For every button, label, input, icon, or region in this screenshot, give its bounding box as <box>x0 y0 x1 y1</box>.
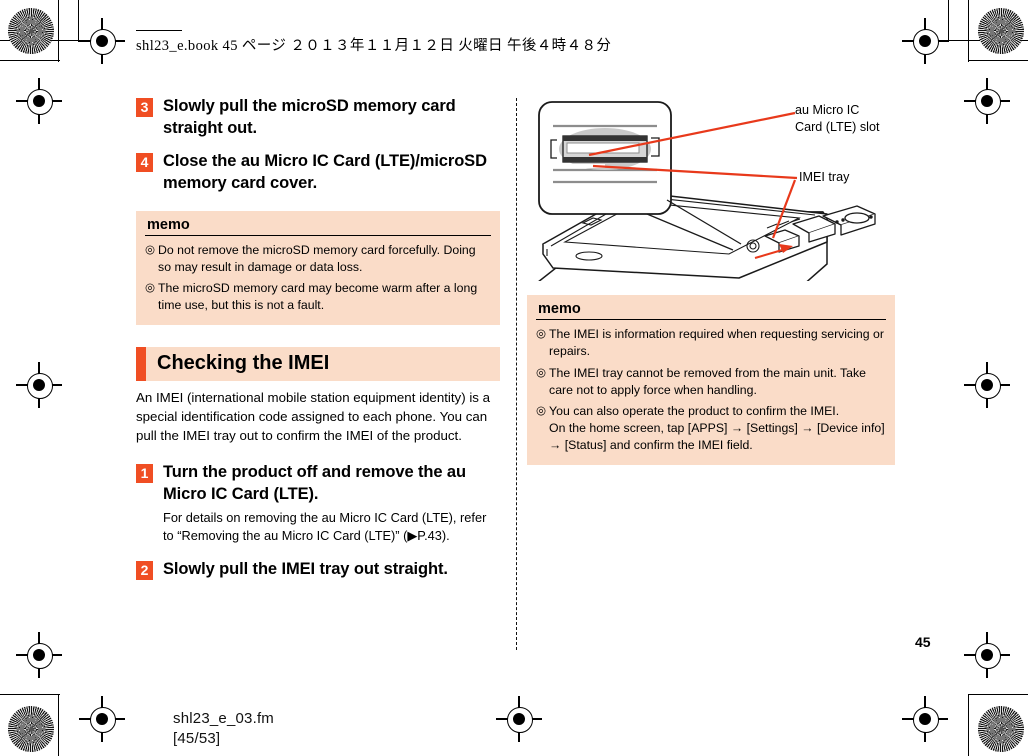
step-title: Close the au Micro IC Card (LTE)/microSD… <box>163 151 487 192</box>
memo-item-text: The microSD memory card may become warm … <box>158 281 478 313</box>
memo-box: memo ◎ Do not remove the microSD memory … <box>136 210 500 326</box>
right-column: au Micro IC Card (LTE) slot IMEI tray me… <box>527 96 895 465</box>
manual-page: shl23_e.book 45 ページ ２０１３年１１月１２日 火曜日 午後４時… <box>0 0 1028 756</box>
footer-pagination: [45/53] <box>173 730 221 748</box>
memo-heading: memo <box>145 216 491 236</box>
density-star-mark-top-right <box>978 8 1024 54</box>
crop-line-top-right-h <box>968 60 1028 62</box>
step-number-badge: 4 <box>136 152 153 172</box>
memo-list-item: ◎ The IMEI tray cannot be removed from t… <box>536 365 886 399</box>
registration-mark-top-left <box>79 18 125 64</box>
section-heading: Checking the IMEI <box>136 347 500 382</box>
section-title: Checking the IMEI <box>157 352 330 375</box>
density-star-mark-top-left <box>8 8 54 54</box>
step-item: 2 Slowly pull the IMEI tray out straight… <box>136 559 500 581</box>
memo-item-text: Do not remove the microSD memory card fo… <box>158 242 476 274</box>
callout-imei-tray: IMEI tray <box>799 170 850 184</box>
density-star-mark-bottom-left <box>8 706 54 752</box>
step-body: Close the au Micro IC Card (LTE)/microSD… <box>163 151 500 195</box>
memo-heading: memo <box>536 300 886 320</box>
section-accent-bar <box>136 347 146 382</box>
slug-underline <box>136 30 182 32</box>
column-divider <box>516 98 517 650</box>
crop-line-bottom-left-h <box>0 694 60 696</box>
crop-line-top-left-v2 <box>78 0 80 42</box>
left-column: 3 Slowly pull the microSD memory card st… <box>136 96 500 592</box>
callout-au-micro-ic-card-slot: au Micro IC Card (LTE) slot <box>795 103 880 134</box>
registration-mark-top-right <box>902 18 948 64</box>
memo-list-item: ◎ You can also operate the product to co… <box>536 403 886 454</box>
crop-line-bottom-right-h <box>968 694 1028 696</box>
crop-line-bottom-right-v <box>968 694 970 756</box>
crop-line-top-left-v <box>58 0 60 62</box>
step-item: 3 Slowly pull the microSD memory card st… <box>136 96 500 140</box>
step-title: Slowly pull the microSD memory card stra… <box>163 97 456 137</box>
step-title: Slowly pull the IMEI tray out straight. <box>163 559 448 578</box>
step-body: Slowly pull the microSD memory card stra… <box>163 96 500 140</box>
registration-mark-bottom-left <box>79 696 125 742</box>
registration-mark-bottom-right <box>902 696 948 742</box>
registration-mark-mid-right <box>964 362 1010 408</box>
step-note: For details on removing the au Micro IC … <box>163 509 487 544</box>
page-number: 45 <box>915 634 931 650</box>
registration-mark-lower-left <box>16 632 62 678</box>
section-body-text: An IMEI (international mobile station eq… <box>136 390 491 443</box>
crop-line-top-right-v2 <box>948 0 950 42</box>
phone-imei-tray-diagram: au Micro IC Card (LTE) slot IMEI tray <box>527 96 895 281</box>
footer-filename: shl23_e_03.fm <box>173 710 275 727</box>
registration-mark-lower-right <box>964 632 1010 678</box>
step-body: Turn the product off and remove the au M… <box>163 462 500 546</box>
double-circle-bullet-icon: ◎ <box>536 328 547 340</box>
crop-line-top-right-v <box>968 0 970 62</box>
step-item: 1 Turn the product off and remove the au… <box>136 462 500 546</box>
step-number-badge: 2 <box>136 560 153 580</box>
step-body: Slowly pull the IMEI tray out straight. <box>163 559 500 581</box>
memo-item-text: The IMEI is information required when re… <box>549 327 884 358</box>
memo-list-item: ◎ The IMEI is information required when … <box>536 326 886 360</box>
crop-line-bottom-left-v <box>58 694 60 756</box>
step-item: 4 Close the au Micro IC Card (LTE)/micro… <box>136 151 500 195</box>
registration-mark-mid-left <box>16 362 62 408</box>
step-number-badge: 1 <box>136 463 153 483</box>
double-circle-bullet-icon: ◎ <box>536 366 547 379</box>
memo-list: ◎ The IMEI is information required when … <box>536 326 886 454</box>
memo-list-item: ◎ Do not remove the microSD memory card … <box>145 242 491 276</box>
footer-block: shl23_e_03.fm [45/53] <box>173 709 274 750</box>
memo-list: ◎ Do not remove the microSD memory card … <box>145 242 491 314</box>
memo-item-subline: On the home screen, tap [APPS] → [Settin… <box>549 421 885 453</box>
print-slug: shl23_e.book 45 ページ ２０１３年１１月１２日 火曜日 午後４時… <box>136 38 612 54</box>
density-star-mark-bottom-right <box>978 706 1024 752</box>
memo-box: memo ◎ The IMEI is information required … <box>527 295 895 465</box>
memo-item-text: The IMEI tray cannot be removed from the… <box>549 365 866 397</box>
double-circle-bullet-icon: ◎ <box>145 282 156 295</box>
crop-line-top-left-h <box>0 60 60 62</box>
registration-mark-upper-right <box>964 78 1010 124</box>
memo-item-text: You can also operate the product to conf… <box>549 403 886 454</box>
memo-list-item: ◎ The microSD memory card may become war… <box>145 280 491 314</box>
memo-item-line: You can also operate the product to conf… <box>549 404 840 419</box>
double-circle-bullet-icon: ◎ <box>145 243 156 256</box>
double-circle-bullet-icon: ◎ <box>536 405 547 418</box>
registration-mark-bottom-center <box>496 696 542 742</box>
step-number-badge: 3 <box>136 98 153 117</box>
registration-mark-upper-left <box>16 78 62 124</box>
step-title: Turn the product off and remove the au M… <box>163 462 466 503</box>
